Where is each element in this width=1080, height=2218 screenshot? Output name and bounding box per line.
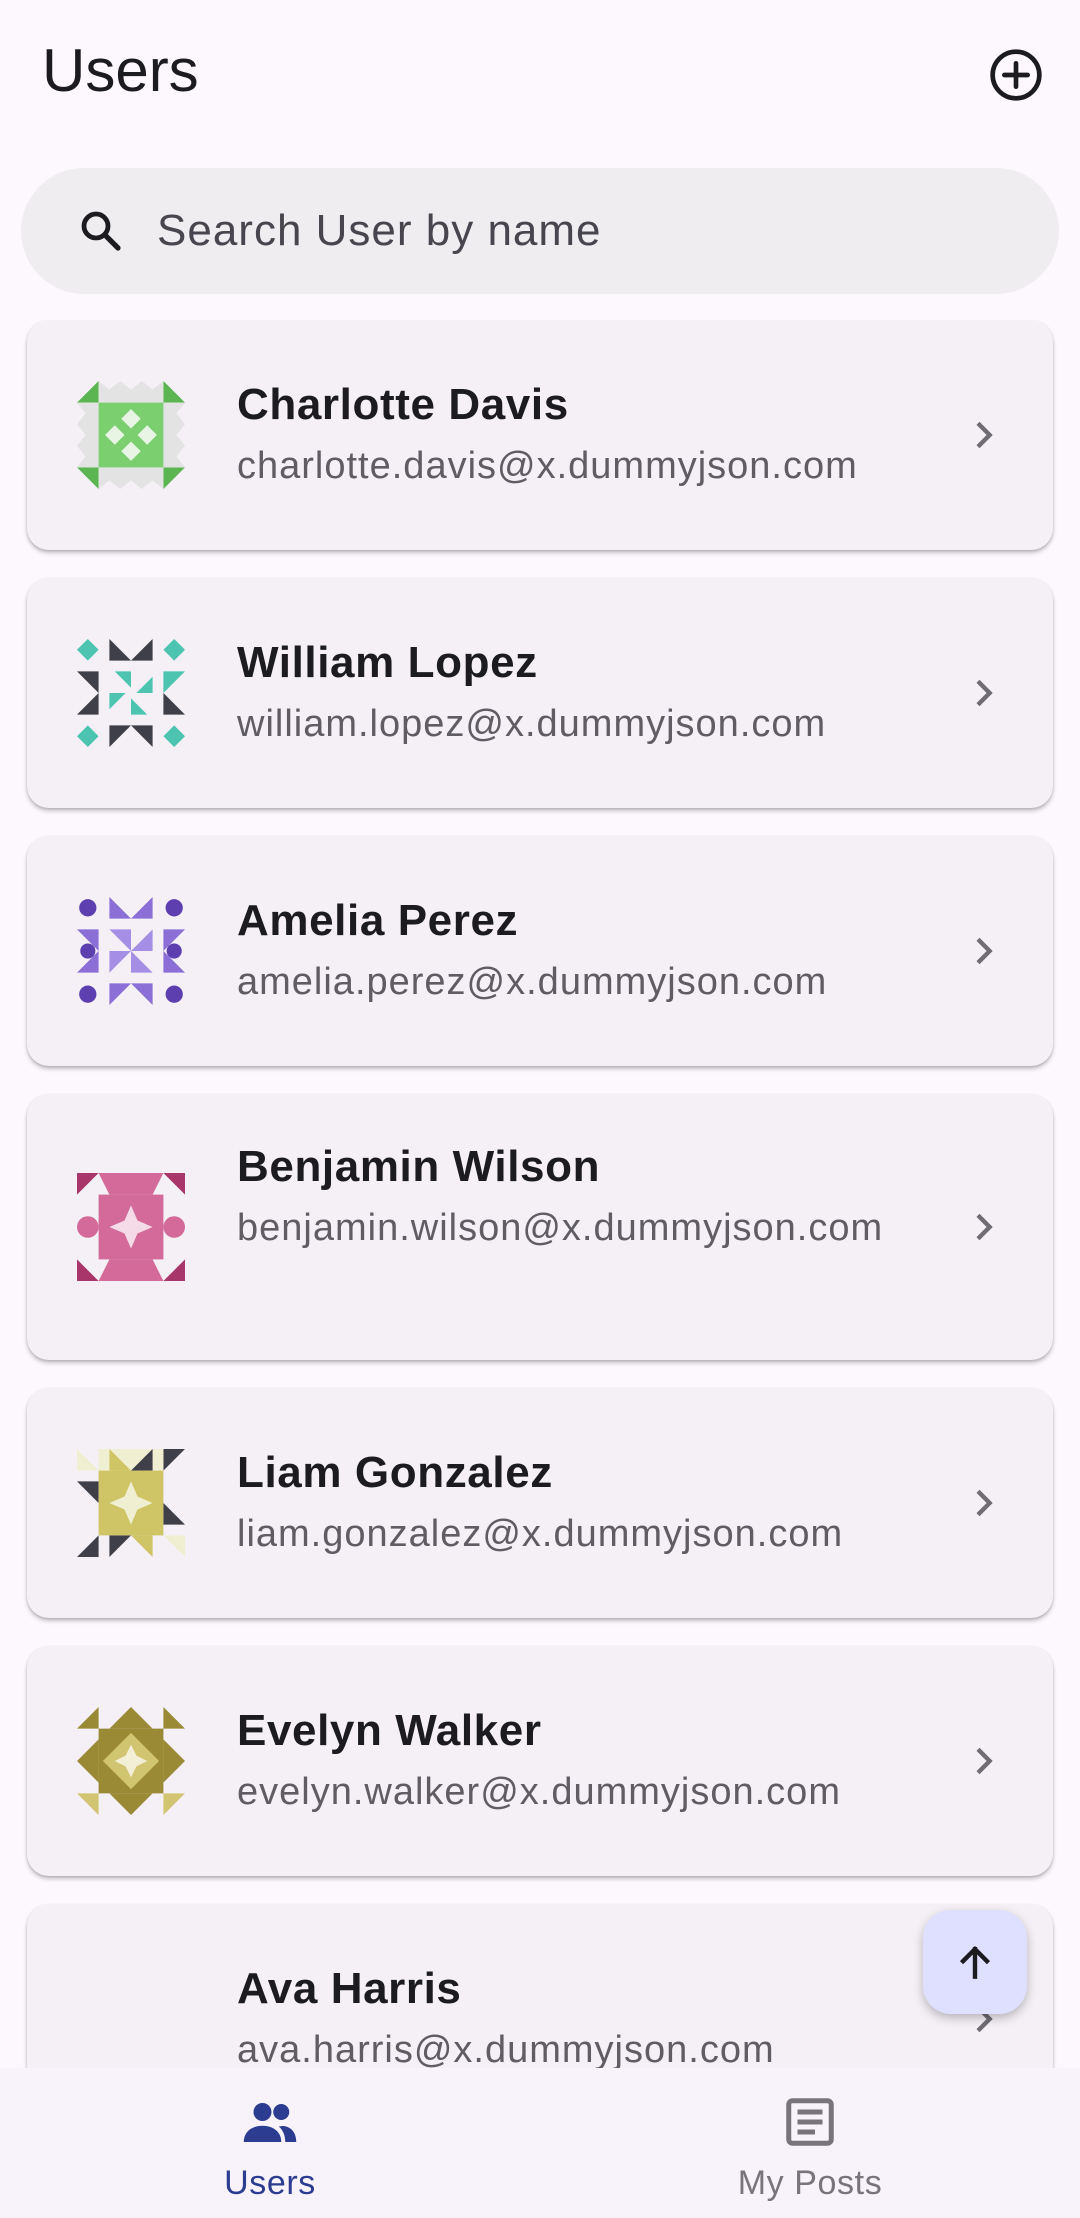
chevron-right-icon [976, 937, 993, 965]
scroll-to-top-button[interactable] [923, 1910, 1027, 2014]
user-card[interactable]: Amelia Perez amelia.perez@x.dummyjson.co… [27, 836, 1053, 1066]
chevron-right-icon [976, 679, 993, 707]
user-name: Amelia Perez [237, 896, 519, 945]
add-user-button[interactable] [985, 44, 1047, 106]
nav-label-users: Users [224, 2164, 316, 2202]
user-email: liam.gonzalez@x.dummyjson.com [237, 1513, 844, 1555]
user-name: Charlotte Davis [237, 380, 569, 429]
user-card[interactable]: Ava Harris ava.harris@x.dummyjson.com [27, 1904, 1053, 2068]
user-card[interactable]: Benjamin Wilson benjamin.wilson@x.dummyj… [27, 1094, 1053, 1360]
avatar [77, 381, 185, 489]
user-card[interactable]: Liam Gonzalez liam.gonzalez@x.dummyjson.… [27, 1388, 1053, 1618]
chevron-right-icon [976, 421, 993, 449]
user-list[interactable]: Charlotte Davis charlotte.davis@x.dummyj… [0, 320, 1080, 2068]
search-icon [81, 211, 121, 251]
page-title: Users [42, 37, 199, 104]
user-email: evelyn.walker@x.dummyjson.com [237, 1771, 841, 1813]
avatar [77, 639, 185, 747]
nav-label-my-posts: My Posts [737, 2164, 883, 2202]
user-card[interactable]: William Lopez william.lopez@x.dummyjson.… [27, 578, 1053, 808]
search-input[interactable] [157, 192, 1017, 270]
avatar [77, 897, 185, 1005]
user-card[interactable]: Evelyn Walker evelyn.walker@x.dummyjson.… [27, 1646, 1053, 1876]
chevron-right-icon [976, 1213, 993, 1241]
user-name: Evelyn Walker [237, 1706, 542, 1755]
user-card[interactable]: Charlotte Davis charlotte.davis@x.dummyj… [27, 320, 1053, 550]
search-bar[interactable] [21, 168, 1059, 294]
user-name: Benjamin Wilson [237, 1142, 601, 1191]
avatar [77, 1707, 185, 1815]
user-name: Liam Gonzalez [237, 1448, 553, 1497]
user-email: charlotte.davis@x.dummyjson.com [237, 445, 858, 487]
chevron-right-icon [976, 1489, 993, 1517]
avatar [77, 1449, 185, 1557]
arrow-up-icon [959, 1946, 991, 1979]
user-name: William Lopez [237, 638, 538, 687]
add-circle-icon [990, 49, 1042, 101]
user-email: benjamin.wilson@x.dummyjson.com [237, 1207, 884, 1249]
bottom-navigation: Users My Posts [0, 2068, 1080, 2218]
user-email: william.lopez@x.dummyjson.com [237, 703, 827, 745]
app-bar: Users [0, 0, 1080, 150]
user-name: Ava Harris [237, 1964, 462, 2013]
people-icon [243, 2103, 297, 2142]
article-icon [786, 2098, 834, 2146]
avatar [77, 1173, 185, 1281]
user-email: amelia.perez@x.dummyjson.com [237, 961, 828, 1003]
chevron-right-icon [976, 1747, 993, 1775]
user-email: ava.harris@x.dummyjson.com [237, 2029, 775, 2068]
nav-item-my-posts[interactable]: My Posts [540, 2068, 1080, 2218]
users-screen: Users Search User by name Charlotte Davi… [0, 0, 1080, 2218]
nav-item-users[interactable]: Users [0, 2068, 540, 2218]
